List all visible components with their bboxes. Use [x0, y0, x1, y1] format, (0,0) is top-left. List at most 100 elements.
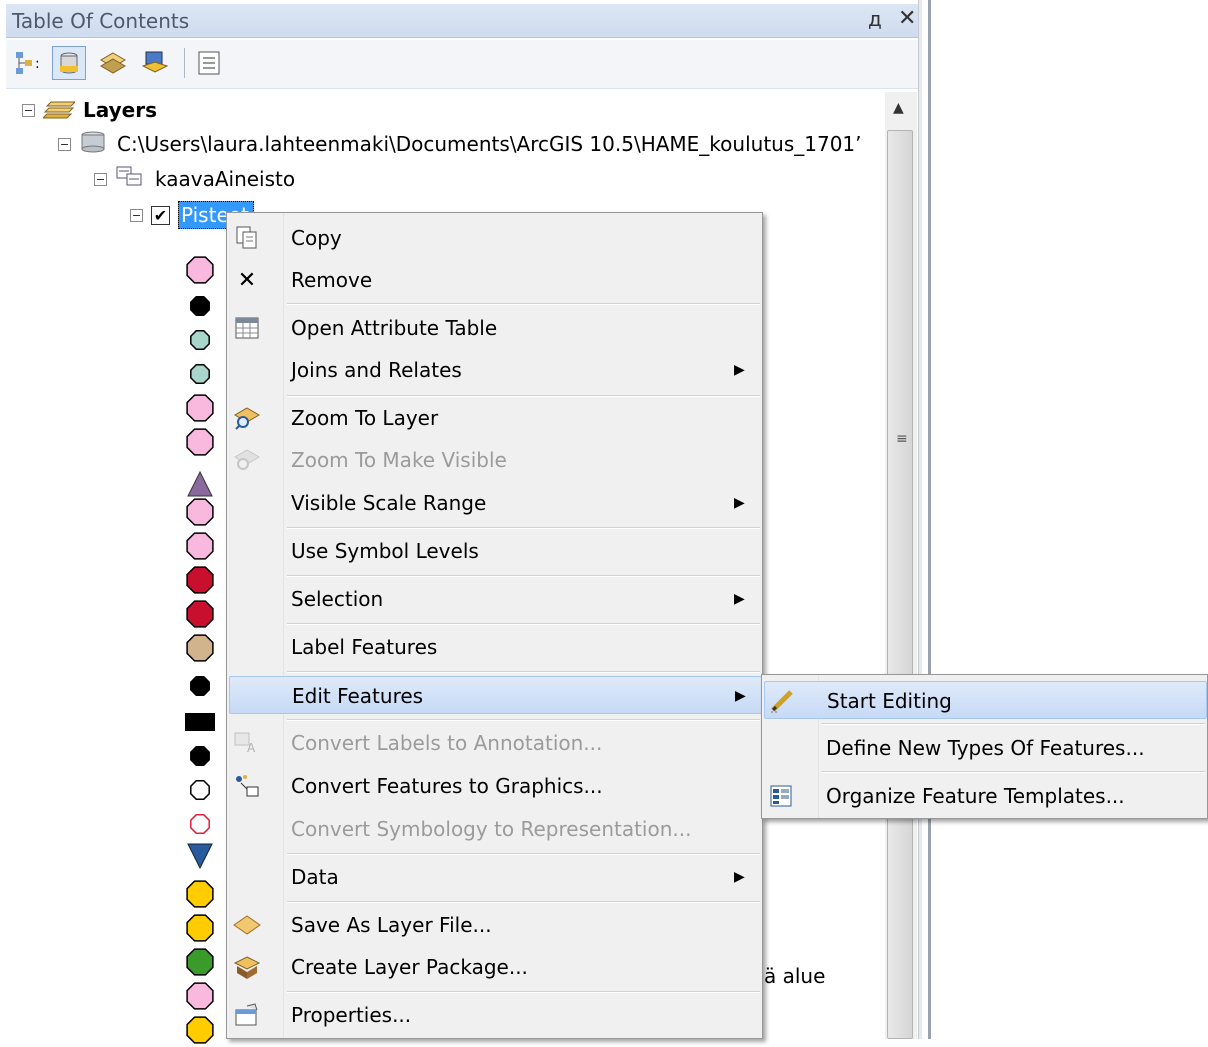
list-by-visibility-icon[interactable]: [96, 46, 130, 80]
remove-icon: ✕: [237, 267, 257, 293]
menu-separator: [287, 991, 760, 993]
menu-item-label: Save As Layer File...: [291, 913, 492, 937]
menu-item-create-layer-package[interactable]: Create Layer Package...: [229, 948, 762, 986]
menu-separator: [287, 901, 760, 903]
menu-item-zoom-to-layer[interactable]: Zoom To Layer: [229, 399, 762, 437]
convert-graphics-icon: [233, 772, 261, 800]
legend-symbol: [186, 566, 214, 594]
menu-item-use-symbol-levels[interactable]: Use Symbol Levels: [229, 532, 762, 570]
pin-icon[interactable]: д: [868, 7, 882, 31]
menu-item-convert-features-to-graphics[interactable]: Convert Features to Graphics...: [229, 767, 762, 805]
menu-item-label: Selection: [291, 587, 384, 611]
menu-item-properties[interactable]: Properties...: [229, 996, 762, 1034]
legend-symbol: [186, 914, 214, 942]
menu-item-label: Label Features: [291, 635, 438, 659]
vertical-scrollbar[interactable]: ▲ ≡: [885, 92, 917, 1039]
menu-item-organize-feature-templates[interactable]: Organize Feature Templates...: [764, 777, 1207, 815]
menu-item-define-new-types-of-features[interactable]: Define New Types Of Features...: [764, 729, 1207, 767]
layers-icon: [41, 96, 77, 125]
menu-item-label: Use Symbol Levels: [291, 539, 479, 563]
collapse-icon[interactable]: [58, 137, 71, 151]
scroll-up-icon[interactable]: ▲: [893, 100, 904, 116]
menu-item-remove[interactable]: ✕ Remove: [229, 261, 762, 299]
menu-item-convert-symbology-to-representation[interactable]: Convert Symbology to Representation...: [229, 810, 762, 848]
menu-item-label: Start Editing: [827, 689, 952, 713]
menu-item-label: Properties...: [291, 1003, 412, 1027]
legend-symbol: [190, 330, 210, 350]
layer-visibility-checkbox[interactable]: ✔: [151, 205, 170, 225]
menu-item-label: Edit Features: [292, 684, 424, 708]
panel-title: Table Of Contents: [12, 9, 190, 33]
menu-item-joins-and-relates[interactable]: Joins and Relates ▶: [229, 351, 762, 389]
menu-item-label: Remove: [291, 268, 373, 292]
panel-title-bar: Table Of Contents д ✕: [6, 4, 920, 38]
menu-item-label: Convert Symbology to Representation...: [291, 817, 692, 841]
panel-splitter[interactable]: [928, 0, 931, 1039]
submenu-arrow-icon: ▶: [735, 688, 746, 704]
legend-symbol: [186, 634, 214, 662]
menu-item-start-editing[interactable]: Start Editing: [764, 681, 1207, 719]
menu-item-label: Create Layer Package...: [291, 955, 528, 979]
menu-item-label: Data: [291, 865, 339, 889]
menu-item-label: Define New Types Of Features...: [826, 736, 1145, 760]
svg-text:A: A: [247, 741, 256, 755]
menu-item-label: Convert Features to Graphics...: [291, 774, 603, 798]
menu-item-open-attribute-table[interactable]: Open Attribute Table: [229, 309, 762, 347]
menu-separator: [287, 623, 760, 625]
zoom-to-layer-icon: [233, 404, 261, 432]
menu-item-copy[interactable]: Copy: [229, 219, 762, 257]
legend-symbol: [186, 428, 214, 456]
legend-symbol: [190, 364, 210, 384]
svg-text::: :: [35, 56, 40, 72]
menu-item-label: Zoom To Make Visible: [291, 448, 507, 472]
legend-symbol: [190, 296, 210, 316]
grip-icon: ≡: [896, 431, 908, 447]
menu-separator: [822, 771, 1205, 773]
menu-item-label: Open Attribute Table: [291, 316, 498, 340]
submenu-arrow-icon: ▶: [734, 362, 745, 378]
legend-symbol: [186, 600, 214, 628]
menu-separator: [822, 723, 1205, 725]
legend-symbol: [186, 532, 214, 560]
legend-symbol: [186, 498, 214, 526]
menu-item-label: Joins and Relates: [291, 358, 462, 382]
collapse-icon[interactable]: [94, 172, 107, 186]
legend-symbol: [190, 676, 210, 696]
menu-separator: [287, 395, 760, 397]
legend-symbol: [186, 982, 214, 1010]
options-icon[interactable]: [192, 46, 226, 80]
zoom-visible-icon: [233, 446, 261, 474]
menu-separator: [287, 671, 760, 673]
menu-separator: [287, 303, 760, 305]
convert-labels-icon: A: [233, 729, 261, 757]
list-by-selection-icon[interactable]: [138, 46, 172, 80]
list-by-source-icon[interactable]: [52, 46, 86, 80]
collapse-icon[interactable]: [22, 103, 35, 117]
menu-item-save-as-layer-file[interactable]: Save As Layer File...: [229, 906, 762, 944]
tree-row-dataset[interactable]: kaavaAineisto: [94, 163, 295, 195]
menu-item-label-features[interactable]: Label Features: [229, 628, 762, 666]
legend-symbol: [190, 780, 210, 800]
legend-symbol: [190, 746, 210, 766]
path-label: C:\Users\laura.lahteenmaki\Documents\Arc…: [117, 132, 862, 156]
menu-item-label: Organize Feature Templates...: [826, 784, 1125, 808]
menu-item-edit-features[interactable]: Edit Features ▶: [229, 676, 762, 714]
legend-symbol: [186, 256, 214, 284]
menu-item-visible-scale-range[interactable]: Visible Scale Range ▶: [229, 484, 762, 522]
scrollbar-thumb[interactable]: ≡: [887, 130, 913, 1039]
list-by-drawing-order-icon[interactable]: :: [12, 46, 46, 80]
menu-item-selection[interactable]: Selection ▶: [229, 580, 762, 618]
menu-item-convert-labels-to-annotation[interactable]: A Convert Labels to Annotation...: [229, 724, 762, 762]
menu-item-zoom-to-make-visible[interactable]: Zoom To Make Visible: [229, 441, 762, 479]
root-label: Layers: [83, 98, 157, 122]
menu-item-label: Copy: [291, 226, 342, 250]
menu-separator: [287, 575, 760, 577]
tree-row-path[interactable]: C:\Users\laura.lahteenmaki\Documents\Arc…: [58, 128, 875, 160]
copy-icon: [233, 224, 261, 252]
menu-item-data[interactable]: Data ▶: [229, 858, 762, 896]
close-icon[interactable]: ✕: [898, 6, 916, 31]
tree-row-layers[interactable]: Layers: [22, 94, 157, 126]
collapse-icon[interactable]: [130, 208, 143, 222]
properties-icon: [233, 1001, 261, 1029]
menu-separator: [287, 719, 760, 721]
